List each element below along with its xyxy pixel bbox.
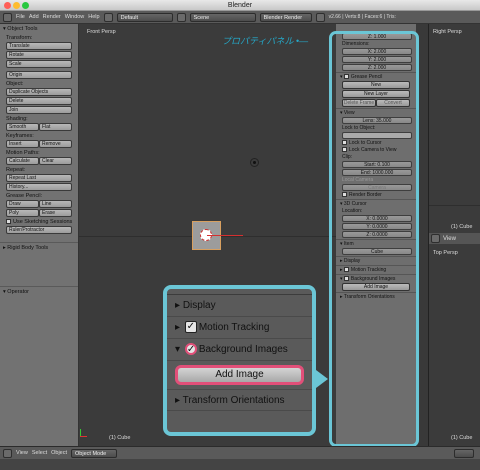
sketching-sessions-toggle[interactable]: Use Sketching Sessions	[0, 218, 78, 226]
zoom-background-images-checkbox[interactable]: ✓	[184, 343, 197, 356]
clear-button[interactable]: Clear	[39, 157, 72, 165]
rotate-button[interactable]: Rotate	[6, 51, 72, 59]
erase-button[interactable]: Erase	[39, 209, 72, 217]
menu-view[interactable]: View	[443, 236, 456, 242]
top-persp-label: Top Persp	[433, 250, 458, 256]
tool-shelf: ▾ Object Tools Transform: Translate Rota…	[0, 24, 79, 446]
zoom-transform-orientations-header[interactable]: ▸ Transform Orientations	[167, 389, 312, 411]
menu-window[interactable]: Window	[65, 14, 85, 20]
menu-view[interactable]: View	[16, 450, 28, 456]
add-image-button[interactable]: Add Image	[175, 365, 304, 385]
operator-header[interactable]: ▾ Operator	[0, 286, 78, 296]
axis-gizmo-icon	[80, 429, 88, 437]
scene-stats: v2.66 | Verts:8 | Faces:6 | Tris:	[328, 14, 396, 20]
ruler-button[interactable]: Ruler/Protractor	[6, 226, 72, 234]
minimize-button[interactable]	[13, 2, 20, 9]
editor-type-icon[interactable]	[3, 448, 12, 458]
right-view-dropdown[interactable]	[454, 448, 474, 458]
scene-icon[interactable]	[176, 12, 186, 22]
sketching-checkbox[interactable]	[6, 219, 11, 225]
repeat-last-button[interactable]: Repeat Last	[6, 174, 72, 182]
light-icon[interactable]	[250, 158, 259, 167]
poly-button[interactable]: Poly	[6, 209, 39, 217]
flat-button[interactable]: Flat	[39, 123, 72, 131]
right-view-header: View	[429, 233, 480, 244]
screen-layout-dropdown[interactable]: Default	[116, 12, 173, 22]
top-object-label: (1) Cube	[451, 435, 473, 441]
translate-button[interactable]: Translate	[6, 42, 72, 50]
insert-keyframe-button[interactable]: Insert	[6, 140, 39, 148]
keyframes-label: Keyframes:	[6, 133, 34, 139]
zoom-display-header[interactable]: ▸ Display	[167, 295, 312, 317]
calculate-button[interactable]: Calculate	[6, 157, 39, 165]
menu-select[interactable]: Select	[32, 450, 47, 456]
grease-pencil-label: Grease Pencil:	[6, 193, 43, 199]
annotation-label: プロパティパネル •—	[222, 36, 309, 46]
motion-paths-label: Motion Paths:	[6, 150, 40, 156]
bottom-strip	[0, 459, 480, 470]
scale-button[interactable]: Scale	[6, 60, 72, 68]
object-label: Object:	[6, 81, 24, 87]
object-tools-header[interactable]: ▾ Object Tools	[0, 24, 78, 34]
window-title: Blender	[227, 2, 253, 9]
mode-dropdown[interactable]: Object Mode	[71, 448, 118, 458]
render-engine-dropdown[interactable]: Blender Render	[259, 12, 312, 22]
right-views[interactable]: Right Persp (1) Cube View Top Persp (1) …	[428, 24, 480, 446]
object-label: (1) Cube	[109, 435, 131, 441]
rigid-body-tools-header[interactable]: ▸ Rigid Body Tools	[0, 242, 78, 252]
menu-render[interactable]: Render	[43, 14, 61, 20]
delete-button[interactable]: Delete	[6, 97, 72, 105]
menu-file[interactable]: File	[16, 14, 25, 20]
scene-dropdown[interactable]: Scene	[189, 12, 256, 22]
x-axis-arrow[interactable]	[207, 235, 243, 236]
duplicate-objects-button[interactable]: Duplicate Objects	[6, 88, 72, 96]
origin-button[interactable]: Origin	[6, 71, 72, 79]
zoom-motion-tracking-checkbox[interactable]: ✓	[184, 321, 197, 334]
zoom-background-images-header[interactable]: ▾ ✓ Background Images	[167, 339, 312, 361]
blender-logo-icon	[315, 12, 325, 22]
remove-keyframe-button[interactable]: Remove	[39, 140, 72, 148]
draw-button[interactable]: Draw	[6, 200, 39, 208]
zoom-button[interactable]	[22, 2, 29, 9]
line-button[interactable]: Line	[39, 200, 72, 208]
info-header: File Add Render Window Help Default Scen…	[0, 11, 480, 24]
editor-type-icon[interactable]	[3, 12, 12, 22]
editor-type-icon[interactable]	[431, 234, 440, 243]
zoom-motion-tracking-header[interactable]: ▸ ✓ Motion Tracking	[167, 317, 312, 339]
3d-view-header: View Select Object Object Mode	[0, 446, 480, 459]
screen-layout-icon[interactable]	[103, 12, 113, 22]
right-object-label: (1) Cube	[451, 224, 473, 230]
join-button[interactable]: Join	[6, 106, 72, 114]
menu-add[interactable]: Add	[29, 14, 39, 20]
viewport-label: Front Persp	[87, 29, 116, 35]
shading-label: Shading:	[6, 116, 28, 122]
menu-object[interactable]: Object	[51, 450, 67, 456]
repeat-label: Repeat:	[6, 167, 26, 173]
window-titlebar: Blender	[0, 0, 480, 11]
callout-pointer	[316, 370, 328, 388]
smooth-button[interactable]: Smooth	[6, 123, 39, 131]
properties-highlight-frame	[329, 31, 419, 447]
zoom-callout: ▸ Display ▸ ✓ Motion Tracking ▾ ✓ Backgrou…	[163, 285, 316, 436]
transform-label: Transform:	[6, 35, 33, 41]
close-button[interactable]	[4, 2, 11, 9]
right-persp-label: Right Persp	[433, 29, 462, 35]
history-button[interactable]: History...	[6, 183, 72, 191]
menu-help[interactable]: Help	[88, 14, 99, 20]
